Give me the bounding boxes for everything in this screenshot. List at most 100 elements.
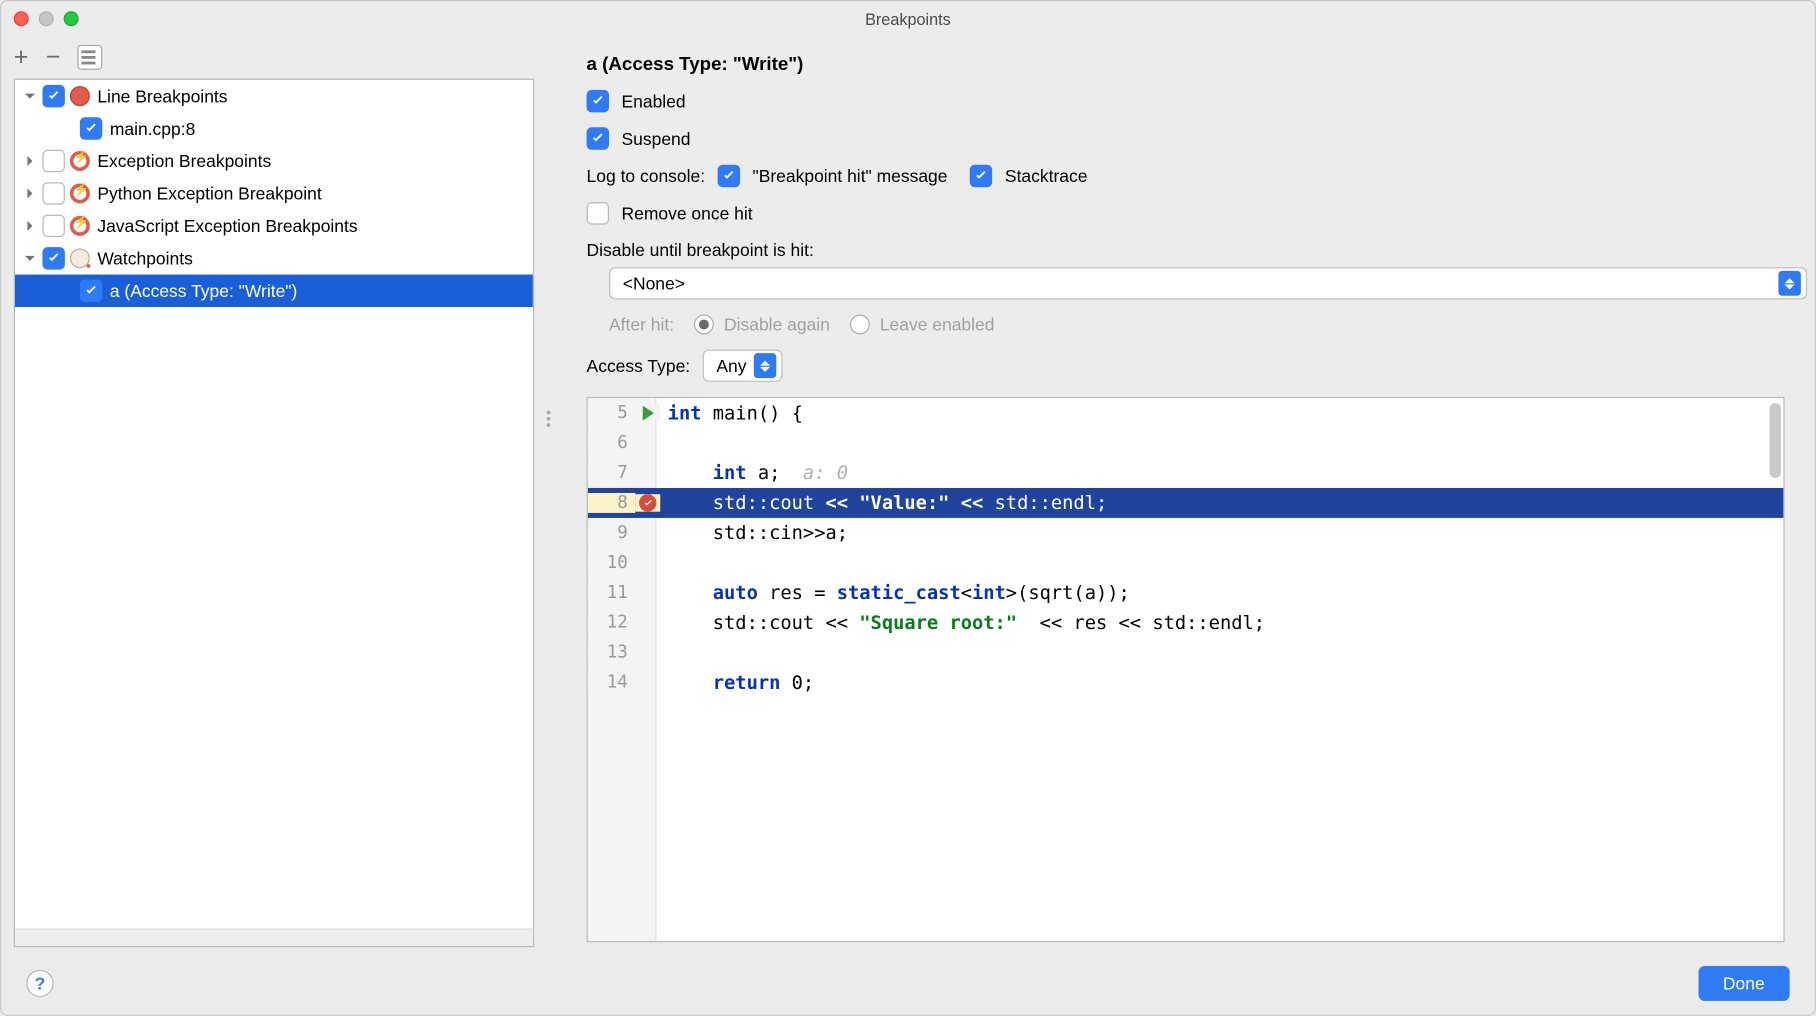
code-text: std::cin>>a; — [660, 522, 848, 544]
exception-breakpoint-icon — [70, 151, 90, 171]
code-text: return 0; — [660, 671, 814, 693]
suspend-label: Suspend — [622, 129, 691, 149]
access-type-row: Access Type: Any — [587, 349, 1785, 381]
splitter-handle[interactable] — [539, 36, 556, 952]
code-text: int main() { — [660, 402, 803, 424]
leave-enabled-label: Leave enabled — [880, 314, 995, 334]
line-number: 5 — [588, 403, 635, 423]
run-icon — [642, 406, 653, 421]
tree-item-checkbox[interactable] — [42, 150, 64, 172]
code-line[interactable]: 12 std::cout << "Square root:" << res <<… — [588, 608, 1784, 638]
disable-until-section: Disable until breakpoint is hit: <None> — [587, 240, 1785, 300]
select-stepper-icon — [754, 353, 776, 378]
chevron-right-icon[interactable] — [22, 154, 37, 169]
code-text: std::cout << "Square root:" << res << st… — [660, 612, 1265, 634]
chevron-down-icon[interactable] — [22, 251, 37, 266]
tree-item-checkbox[interactable] — [42, 247, 64, 269]
tree-item-label: Watchpoints — [97, 248, 192, 268]
remove-breakpoint-button[interactable]: − — [46, 45, 61, 70]
tree-item-checkbox[interactable] — [42, 182, 64, 204]
titlebar: Breakpoints — [1, 1, 1814, 36]
code-line[interactable]: 8 std::cout << "Value:" << std::endl; — [588, 488, 1784, 518]
tree-item-label: Python Exception Breakpoint — [97, 183, 321, 203]
code-line[interactable]: 9 std::cin>>a; — [588, 518, 1784, 548]
group-by-button[interactable] — [78, 45, 103, 70]
bp-hit-checkbox[interactable] — [718, 165, 740, 187]
code-preview[interactable]: 5int main() {67 int a; a: 08 std::cout <… — [587, 397, 1785, 942]
code-line[interactable]: 7 int a; a: 0 — [588, 458, 1784, 488]
top-panes: + − Line Breakpoints main.cpp:8 Exception … — [1, 36, 1814, 952]
tree-item-checkbox[interactable] — [42, 215, 64, 237]
access-type-label: Access Type: — [587, 356, 691, 376]
code-line[interactable]: 14 return 0; — [588, 668, 1784, 698]
access-type-select[interactable]: Any — [703, 349, 783, 381]
tree-item[interactable]: a (Access Type: "Write") — [15, 275, 533, 307]
breakpoints-window: Breakpoints + − Line Breakpoints main.cpp… — [0, 0, 1816, 1016]
vertical-scrollbar[interactable] — [1770, 403, 1781, 478]
code-line[interactable]: 13 — [588, 638, 1784, 668]
line-number: 6 — [588, 433, 635, 453]
after-hit-label: After hit: — [609, 314, 674, 334]
horizontal-scrollbar[interactable] — [15, 929, 533, 946]
exception-breakpoint-icon — [70, 216, 90, 236]
line-number: 7 — [588, 463, 635, 483]
code-text: int a; a: 0 — [660, 462, 848, 484]
code-line[interactable]: 5 int main() { — [588, 398, 1784, 428]
line-number: 11 — [588, 583, 635, 603]
done-button[interactable]: Done — [1698, 966, 1790, 1001]
disable-until-label: Disable until breakpoint is hit: — [587, 240, 1785, 260]
enabled-label: Enabled — [622, 91, 686, 111]
code-line[interactable]: 6 — [588, 428, 1784, 458]
enabled-checkbox[interactable] — [587, 90, 609, 112]
line-number: 14 — [588, 673, 635, 693]
breakpoint-gutter-icon[interactable] — [639, 494, 656, 511]
detail-title: a (Access Type: "Write") — [587, 54, 1785, 75]
tree-item-checkbox[interactable] — [80, 280, 102, 302]
tree-item-checkbox[interactable] — [42, 85, 64, 107]
select-stepper-icon — [1778, 271, 1800, 296]
content: + − Line Breakpoints main.cpp:8 Exception … — [1, 36, 1814, 1014]
breakpoint-tree[interactable]: Line Breakpoints main.cpp:8 Exception Brea… — [15, 80, 533, 307]
left-pane: + − Line Breakpoints main.cpp:8 Exception … — [1, 36, 539, 952]
tree-item[interactable]: main.cpp:8 — [15, 112, 533, 144]
enabled-row: Enabled — [587, 90, 1785, 112]
tree-item-label: Exception Breakpoints — [97, 151, 271, 171]
help-button[interactable]: ? — [26, 970, 53, 997]
disable-again-radio[interactable] — [694, 314, 714, 334]
window-title: Breakpoints — [1, 9, 1814, 28]
detail-pane: a (Access Type: "Write") Enabled Suspend… — [557, 36, 1815, 952]
chevron-right-icon[interactable] — [22, 218, 37, 233]
tree-item-label: JavaScript Exception Breakpoints — [97, 216, 357, 236]
disable-again-label: Disable again — [724, 314, 830, 334]
tree-item-label: a (Access Type: "Write") — [110, 281, 298, 301]
chevron-down-icon[interactable] — [22, 89, 37, 104]
remove-row: Remove once hit — [587, 202, 1785, 224]
suspend-checkbox[interactable] — [587, 127, 609, 149]
stacktrace-checkbox[interactable] — [970, 165, 992, 187]
watchpoint-icon — [70, 248, 90, 268]
add-breakpoint-button[interactable]: + — [14, 45, 29, 70]
disable-until-value: <None> — [623, 273, 685, 293]
remove-once-hit-checkbox[interactable] — [587, 202, 609, 224]
code-line[interactable]: 10 — [588, 548, 1784, 578]
line-number: 12 — [588, 613, 635, 633]
tree-item[interactable]: Python Exception Breakpoint — [15, 177, 533, 209]
tree-item[interactable]: JavaScript Exception Breakpoints — [15, 210, 533, 242]
tree-wrap: Line Breakpoints main.cpp:8 Exception Brea… — [14, 79, 534, 948]
tree-item[interactable]: Line Breakpoints — [15, 80, 533, 112]
code-line[interactable]: 11 auto res = static_cast<int>(sqrt(a)); — [588, 578, 1784, 608]
chevron-right-icon[interactable] — [22, 186, 37, 201]
line-number: 10 — [588, 553, 635, 573]
after-hit-row: After hit: Disable again Leave enabled — [609, 314, 1785, 334]
disable-until-select[interactable]: <None> — [609, 267, 1807, 299]
tree-item[interactable]: Exception Breakpoints — [15, 145, 533, 177]
leave-enabled-radio[interactable] — [850, 314, 870, 334]
group-icon — [79, 46, 101, 68]
bp-hit-label: "Breakpoint hit" message — [753, 166, 948, 186]
tree-item-checkbox[interactable] — [80, 117, 102, 139]
log-label: Log to console: — [587, 166, 706, 186]
tree-item-label: Line Breakpoints — [97, 86, 227, 106]
tree-item[interactable]: Watchpoints — [15, 242, 533, 274]
stacktrace-label: Stacktrace — [1005, 166, 1088, 186]
tree-item-label: main.cpp:8 — [110, 119, 195, 139]
